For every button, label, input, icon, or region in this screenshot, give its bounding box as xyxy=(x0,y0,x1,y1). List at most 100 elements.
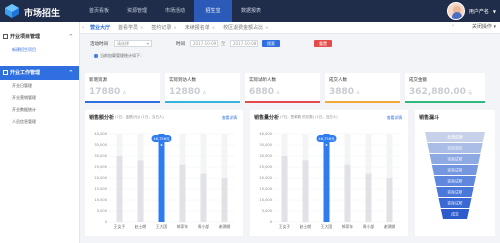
close-operations-button[interactable]: 关闭操作 ▾ xyxy=(472,23,496,30)
sidebar-item-marketing[interactable]: 开业营销管理 xyxy=(0,92,79,104)
y-tick-label: 0 xyxy=(270,220,273,224)
hint-text: i 当前加载管理统计如下： xyxy=(94,53,144,58)
folder-icon xyxy=(3,70,8,75)
funnel-stage-label: 成交 xyxy=(451,211,459,216)
tab-strip: ‹ 营业大厅 首看学员 × 签约记录 × 未续报名单 × 校区退费金额占比 × › 关闭操作 ▾ xyxy=(80,22,500,34)
x-tick-label: 郭家年 xyxy=(342,224,354,229)
sidebar-item-new-project[interactable]: 新建招生项目 xyxy=(0,44,79,56)
stat-card-value: 3880 人 xyxy=(329,87,361,97)
activity-select[interactable]: 请选择 ▾ xyxy=(114,40,152,47)
x-tick-label: 王女子 xyxy=(114,224,126,229)
sales-bar-chart: 0 5,000 10,000 15,000 20,000 25,000 30,000 35,0… xyxy=(94,132,235,229)
count-detail-link[interactable]: 查看详情 xyxy=(387,115,402,121)
bar[interactable] xyxy=(281,156,288,222)
sales-detail-link[interactable]: 查看详情 xyxy=(222,115,237,121)
funnel-stage[interactable]: 实际试听 xyxy=(431,165,479,175)
stat-card: 成交金额 362,880.00 元 xyxy=(405,73,485,103)
nav-item-3[interactable]: 招生宝 xyxy=(194,0,232,22)
tab-label: 校区退费金额占比 xyxy=(223,24,264,31)
funnel-stage[interactable]: 实际试听 xyxy=(438,198,472,208)
tab-list: 营业大厅 首看学员 × 签约记录 × 未续报名单 × 校区退费金额占比 × xyxy=(86,23,273,33)
tab-0[interactable]: 营业大厅 xyxy=(86,23,114,33)
count-bar-chart: 0 5,000 10,000 15,000 20,000 25,000 30,000 35,0… xyxy=(259,132,400,229)
start-date-input[interactable]: 2017-10-09 xyxy=(190,40,218,47)
nav-item-0[interactable]: 首页看板 xyxy=(80,0,118,22)
sales-funnel: 新增资源实际到访实际试听实际试听实际试听实际试听实际试听成交 xyxy=(425,132,485,219)
bar[interactable] xyxy=(179,164,186,222)
bar[interactable] xyxy=(158,134,165,222)
funnel-stage-label: 实际试听 xyxy=(447,167,462,172)
stat-card: 成交人数 3880 人 xyxy=(325,73,400,103)
close-icon[interactable]: × xyxy=(173,23,176,33)
chevron-down-icon[interactable]: ▼ xyxy=(493,9,496,14)
close-icon[interactable]: × xyxy=(212,23,215,33)
stat-card-unit: 人 xyxy=(122,90,127,95)
tab-label: 首看学员 xyxy=(118,24,139,31)
tab-4[interactable]: 校区退费金额占比 × xyxy=(219,23,272,33)
funnel-stage[interactable]: 实际试听 xyxy=(436,187,474,197)
user-name[interactable]: 用户产名 xyxy=(469,8,489,15)
sidebar-item-staff[interactable]: 人员信息管理 xyxy=(0,116,79,128)
sidebar-item-day[interactable]: 开业日管理 xyxy=(0,80,79,92)
bar[interactable] xyxy=(137,160,144,222)
tab-label: 签约记录 xyxy=(151,24,172,31)
funnel-stage[interactable]: 新增资源 xyxy=(425,132,485,142)
logo-icon xyxy=(5,4,19,18)
nav-item-4[interactable]: 数据报表 xyxy=(232,0,270,22)
tab-1[interactable]: 首看学员 × xyxy=(114,23,147,33)
y-tick-label: 40,000 xyxy=(94,132,107,136)
funnel-stage-label: 实际到访 xyxy=(447,145,462,150)
top-bar: 市场招生 首页看板 资源管理 市场活动 招生宝 数据报表 用户产名 ▼ xyxy=(0,0,500,22)
sidebar-group-project[interactable]: 开业项目管理 ^ xyxy=(0,30,79,44)
y-tick-label: 10,000 xyxy=(259,198,272,202)
y-tick-label: 35,000 xyxy=(259,143,272,147)
tooltip: 46,756元 xyxy=(316,135,337,147)
close-icon[interactable]: × xyxy=(140,23,143,33)
funnel-stage-label: 实际试听 xyxy=(447,189,462,194)
funnel-stage-label: 实际试听 xyxy=(447,156,462,161)
tab-3[interactable]: 未续报名单 × xyxy=(181,23,219,33)
tab-label: 未续报名单 xyxy=(184,24,210,31)
bar[interactable] xyxy=(200,173,207,222)
tab-2[interactable]: 签约记录 × xyxy=(147,23,180,33)
chevron-right-icon[interactable]: › xyxy=(450,23,456,29)
bar[interactable] xyxy=(323,134,330,222)
bar[interactable] xyxy=(344,164,351,222)
funnel-stage[interactable]: 成交 xyxy=(440,209,470,219)
chevron-up-icon: ^ xyxy=(68,70,73,76)
x-tick-label: 王女子 xyxy=(279,224,291,229)
funnel-stage-label: 新增资源 xyxy=(447,134,462,139)
stat-card-unit: 人 xyxy=(276,90,281,95)
y-tick-label: 10,000 xyxy=(94,198,107,202)
bar[interactable] xyxy=(365,173,372,222)
close-icon[interactable]: × xyxy=(265,23,268,33)
search-button[interactable]: 搜索 xyxy=(262,40,280,47)
sidebar-item-stats[interactable]: 开业数据统计 xyxy=(0,104,79,116)
x-tick-label: 郭家年 xyxy=(177,224,189,229)
x-tick-label: 王大国 xyxy=(156,224,168,229)
y-tick-label: 30,000 xyxy=(259,154,272,158)
filter-label-activity: 活动时间 xyxy=(90,42,108,47)
end-date-input[interactable]: 2017-10-08 xyxy=(230,40,258,47)
funnel-panel-title: 销售漏斗 xyxy=(419,115,440,121)
x-tick-label: 谢溯娜 xyxy=(219,224,231,229)
funnel-stage[interactable]: 实际试听 xyxy=(429,154,481,164)
bar[interactable] xyxy=(386,178,393,222)
y-tick-label: 5,000 xyxy=(262,209,273,213)
avatar[interactable] xyxy=(446,2,465,20)
funnel-panel: 销售漏斗 新增资源 实际到访 实际试听 实际试听 实际试听 实际试听 实际试听 成交 xyxy=(415,110,495,236)
sidebar-group-work[interactable]: 开业工作管理 ^ xyxy=(0,66,79,80)
bar[interactable] xyxy=(302,160,309,222)
nav-item-2[interactable]: 市场活动 xyxy=(156,0,194,22)
funnel-stage[interactable]: 实际试听 xyxy=(434,176,476,186)
reset-button[interactable]: 重置 xyxy=(314,40,332,47)
user-menu[interactable]: 用户产名 ▼ xyxy=(446,2,496,20)
x-tick-label: 王大国 xyxy=(321,224,333,229)
tooltip: 46,756元 xyxy=(151,135,172,147)
stat-card-value: 12880 人 xyxy=(169,87,207,97)
funnel-stage[interactable]: 实际到访 xyxy=(427,143,483,153)
bar[interactable] xyxy=(116,156,123,222)
bar[interactable] xyxy=(221,178,228,222)
nav-item-1[interactable]: 资源管理 xyxy=(118,0,156,22)
stat-card: 新增资源 17880 人 xyxy=(85,73,160,103)
